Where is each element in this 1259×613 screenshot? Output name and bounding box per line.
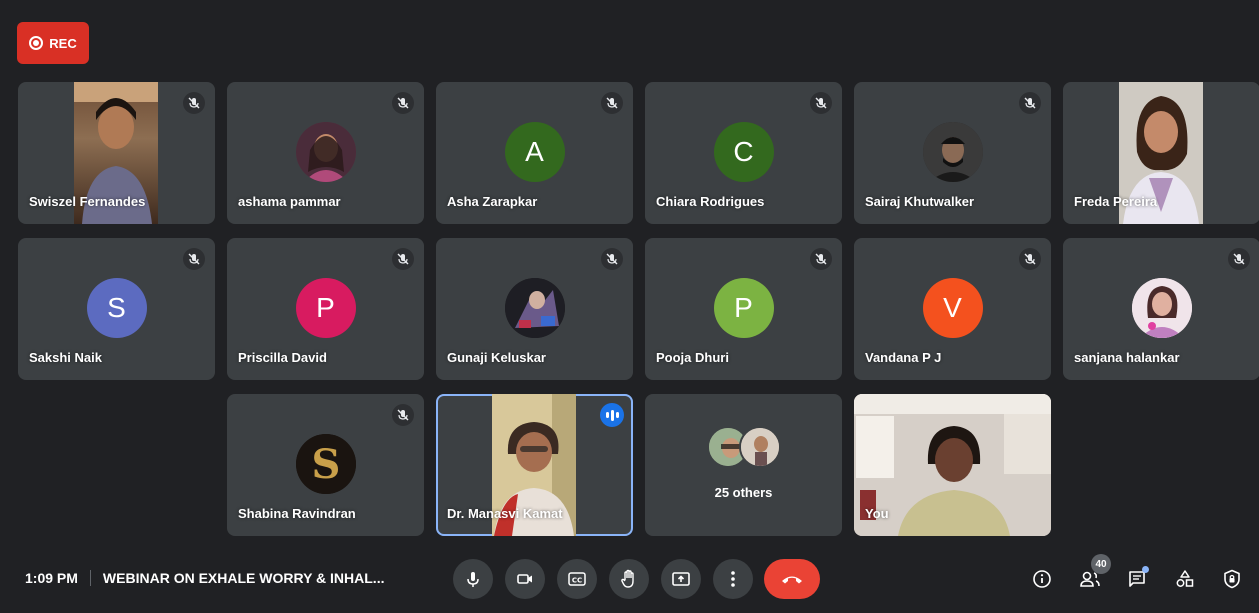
avatar-initial: A — [504, 122, 565, 182]
end-call-button[interactable] — [764, 559, 820, 599]
participant-tile-chiara[interactable]: C Chiara Rodrigues — [645, 82, 842, 224]
camera-icon — [517, 574, 532, 584]
record-icon — [29, 36, 44, 50]
participant-tile-others[interactable]: 25 others — [645, 394, 842, 536]
chat-button[interactable] — [1120, 562, 1154, 596]
participant-name: You — [865, 506, 889, 521]
camera-button[interactable] — [505, 559, 545, 599]
mic-button[interactable] — [453, 559, 493, 599]
info-button[interactable] — [1025, 562, 1059, 596]
mic-off-icon — [1019, 248, 1041, 270]
avatar-initial: C — [713, 122, 774, 182]
participant-tile-shabina[interactable]: S Shabina Ravindran — [227, 394, 424, 536]
avatar-initial: P — [713, 278, 774, 338]
participant-name: Priscilla David — [238, 350, 327, 365]
mic-off-icon — [810, 92, 832, 114]
participant-tile-vandana[interactable]: V Vandana P J — [854, 238, 1051, 380]
present-button[interactable] — [661, 559, 701, 599]
mic-off-icon — [183, 92, 205, 114]
svg-text:S: S — [311, 441, 340, 488]
mic-off-icon — [1019, 92, 1041, 114]
participant-tile-priscilla[interactable]: P Priscilla David — [227, 238, 424, 380]
participant-name: Sairaj Khutwalker — [865, 194, 975, 209]
meeting-toolbar: 1:09 PM WEBINAR ON EXHALE WORRY & INHAL.… — [0, 548, 1259, 613]
svg-text:CC: CC — [572, 577, 582, 585]
participant-name: Vandana P J — [865, 350, 942, 365]
participant-tile-sairaj[interactable]: Sairaj Khutwalker — [854, 82, 1051, 224]
participant-tile-asha[interactable]: A Asha Zarapkar — [436, 82, 633, 224]
activities-icon — [1176, 570, 1194, 587]
present-icon — [672, 572, 690, 586]
avatar: S — [295, 434, 356, 494]
people-count-badge: 40 — [1091, 554, 1111, 574]
avatar — [504, 278, 565, 338]
participant-name: Swiszel Fernandes — [29, 194, 146, 209]
participant-name: Asha Zarapkar — [447, 194, 538, 209]
mic-off-icon — [1228, 248, 1250, 270]
more-options-icon — [731, 571, 735, 587]
participant-name: Shabina Ravindran — [238, 506, 356, 521]
raise-hand-button[interactable] — [609, 559, 649, 599]
participant-name: Dr. Manasvi Kamat — [447, 506, 563, 521]
participant-name: sanjana halankar — [1074, 350, 1180, 365]
divider — [89, 570, 91, 586]
mic-off-icon — [601, 248, 623, 270]
speaking-indicator-icon — [600, 403, 624, 427]
mic-off-icon — [810, 248, 832, 270]
host-controls-icon — [1224, 569, 1240, 589]
participant-tile-sakshi[interactable]: S Sakshi Naik — [18, 238, 215, 380]
avatar-initial: P — [295, 278, 356, 338]
mic-off-icon — [392, 404, 414, 426]
participant-tile-you[interactable]: You — [854, 394, 1051, 536]
more-options-button[interactable] — [713, 559, 753, 599]
raise-hand-icon — [621, 569, 634, 588]
end-call-icon — [782, 576, 802, 584]
avatar — [739, 426, 781, 468]
info-icon — [1033, 570, 1051, 588]
mic-off-icon — [601, 92, 623, 114]
participant-tile-swiszel[interactable]: Swiszel Fernandes — [18, 82, 215, 224]
meeting-time: 1:09 PM — [25, 570, 78, 586]
avatar — [922, 122, 983, 182]
captions-button[interactable]: CC — [557, 559, 597, 599]
participant-name: ashama pammar — [238, 194, 341, 209]
others-count-label: 25 others — [714, 485, 773, 500]
participant-tile-gunaji[interactable]: Gunaji Keluskar — [436, 238, 633, 380]
participant-tile-freda[interactable]: Freda Pereira — [1063, 82, 1259, 224]
avatar-initial: V — [922, 278, 983, 338]
mic-icon — [467, 572, 479, 587]
recording-badge: REC — [17, 22, 89, 64]
host-controls-button[interactable] — [1215, 562, 1249, 596]
others-avatars — [707, 426, 787, 470]
mic-off-icon — [392, 248, 414, 270]
avatar — [1131, 278, 1192, 338]
participant-name: Gunaji Keluskar — [447, 350, 546, 365]
participant-name: Pooja Dhuri — [656, 350, 729, 365]
participant-name: Chiara Rodrigues — [656, 194, 765, 209]
mic-off-icon — [392, 92, 414, 114]
participant-tile-manasvi[interactable]: Dr. Manasvi Kamat — [436, 394, 633, 536]
participant-name: Freda Pereira — [1074, 194, 1158, 209]
meeting-title: WEBINAR ON EXHALE WORRY & INHAL... — [102, 570, 385, 586]
participant-tile-pooja[interactable]: P Pooja Dhuri — [645, 238, 842, 380]
captions-icon: CC — [568, 572, 586, 586]
avatar-initial: S — [86, 278, 147, 338]
participant-name: Sakshi Naik — [29, 350, 102, 365]
participant-tile-sanjana[interactable]: sanjana halankar — [1063, 238, 1259, 380]
activities-button[interactable] — [1168, 562, 1202, 596]
unread-dot-icon — [1142, 566, 1149, 573]
mic-off-icon — [183, 248, 205, 270]
participant-tile-ashama[interactable]: ashama pammar — [227, 82, 424, 224]
meeting-info: 1:09 PM WEBINAR ON EXHALE WORRY & INHAL.… — [25, 570, 384, 586]
people-button[interactable]: 40 — [1073, 554, 1111, 596]
recording-label: REC — [49, 35, 77, 51]
avatar — [295, 122, 356, 182]
